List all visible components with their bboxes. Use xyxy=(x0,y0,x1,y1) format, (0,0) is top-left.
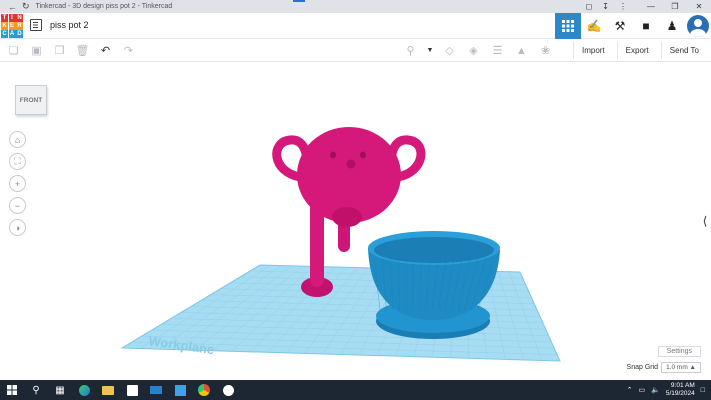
align-icon[interactable]: ☰ xyxy=(490,43,505,58)
zoom-in-icon[interactable]: + xyxy=(9,175,26,192)
bricks-icon[interactable]: ■ xyxy=(633,13,659,39)
fit-view-icon[interactable]: ⛶ xyxy=(9,153,26,170)
viewcube[interactable]: FRONT xyxy=(15,85,47,115)
app-header: TINKERCAD piss pot 2 ✍ ⚒ ■ ♟ xyxy=(0,13,711,39)
trash-icon[interactable]: 🗑 xyxy=(75,43,90,58)
lightbulb-icon[interactable]: ⚲ xyxy=(403,43,418,58)
file-explorer-icon[interactable] xyxy=(96,380,120,400)
logo-letter: K xyxy=(1,22,8,30)
design-list-icon[interactable] xyxy=(30,19,42,31)
snap-grid-select[interactable]: 1.0 mm ▲ xyxy=(661,362,701,373)
snap-grid-label: Snap Grid xyxy=(626,364,659,371)
tab-title: Tinkercad - 3D design piss pot 2 - Tinke… xyxy=(35,3,173,10)
mirror-icon[interactable]: ▲ xyxy=(514,43,529,58)
snap-grid: Snap Grid 1.0 mm ▲ xyxy=(627,362,701,373)
download-icon[interactable]: ↧ xyxy=(602,0,609,13)
chevron-left-icon[interactable]: ⟨ xyxy=(699,206,711,236)
undo-icon[interactable]: ↶ xyxy=(98,43,113,58)
copy-icon[interactable]: ❏ xyxy=(6,43,21,58)
logo-letter: T xyxy=(1,14,8,22)
settings-button[interactable]: Settings xyxy=(657,346,701,357)
mail-icon[interactable] xyxy=(144,380,168,400)
logo-letter: R xyxy=(16,22,23,30)
clock-date: 5/19/2024 xyxy=(665,390,695,397)
clock-time: 9:01 AM xyxy=(670,382,695,389)
grid-view-icon[interactable] xyxy=(555,13,581,39)
reload-icon[interactable]: ↻ xyxy=(22,1,30,12)
tinkercad-logo[interactable]: TINKERCAD xyxy=(1,14,23,38)
network-icon[interactable]: ▭ xyxy=(639,386,646,394)
windows-start-icon[interactable] xyxy=(0,380,24,400)
clock[interactable]: 9:01 AM 5/19/2024 xyxy=(666,382,695,398)
avatar[interactable] xyxy=(687,15,709,37)
cruise-icon[interactable]: ❀ xyxy=(538,43,553,58)
duplicate-icon[interactable]: ❐ xyxy=(52,43,67,58)
chevron-up-icon[interactable]: ⌃ xyxy=(627,386,633,394)
back-arrow-icon[interactable]: ← xyxy=(8,2,17,12)
minimize-icon[interactable]: — xyxy=(639,0,663,13)
photos-icon[interactable] xyxy=(168,380,192,400)
task-view-icon[interactable]: ▦ xyxy=(48,380,72,400)
paste-icon[interactable]: ▣ xyxy=(29,43,44,58)
close-icon[interactable]: ✕ xyxy=(687,0,711,13)
home-view-icon[interactable]: ⌂ xyxy=(9,131,26,148)
logo-letter: A xyxy=(8,30,16,38)
brush-icon[interactable]: ✍ xyxy=(581,13,607,39)
windows-taskbar: ⚲ ▦ ⌃ ▭ 🔈 9:01 AM 5/19/2024 □ xyxy=(0,380,711,400)
tab-indicator xyxy=(293,0,305,2)
logo-letter: I xyxy=(8,14,16,22)
chrome-icon[interactable] xyxy=(192,380,216,400)
design-title[interactable]: piss pot 2 xyxy=(50,20,89,30)
logo-letter: C xyxy=(1,30,8,38)
volume-icon[interactable]: 🔈 xyxy=(651,386,660,394)
zoom-out-icon[interactable]: − xyxy=(9,197,26,214)
ungroup-icon[interactable]: ◈ xyxy=(466,43,481,58)
notification-icon[interactable]: □ xyxy=(701,387,705,394)
store-icon[interactable] xyxy=(120,380,144,400)
send-to-button[interactable]: Send To xyxy=(660,42,707,59)
logo-letter: D xyxy=(16,30,23,38)
logo-letter: E xyxy=(8,22,16,30)
3d-workspace[interactable]: Workplane FRONT ⌂ ⛶ + − ◑ ⟨ Settings Sna… xyxy=(0,62,711,380)
group-icon[interactable]: ◇ xyxy=(442,43,457,58)
search-icon[interactable]: ⚲ xyxy=(24,380,48,400)
maximize-icon[interactable]: ❐ xyxy=(663,0,687,13)
browser-title-bar: ← ↻ Tinkercad - 3D design piss pot 2 - T… xyxy=(0,0,711,13)
edit-toolbar: ❏ ▣ ❐ 🗑 ↶ ↷ ⚲ ▼ ◇ ◈ ☰ ▲ ❀ Import Export … xyxy=(0,39,711,62)
app-icon[interactable] xyxy=(216,380,240,400)
add-user-icon[interactable]: ♟ xyxy=(659,13,685,39)
dropdown-arrow-icon[interactable]: ▼ xyxy=(427,43,434,58)
3d-scene[interactable]: Workplane xyxy=(0,62,711,380)
redo-icon[interactable]: ↷ xyxy=(121,43,136,58)
import-button[interactable]: Import xyxy=(572,42,613,59)
share-icon[interactable]: ◻ xyxy=(586,0,593,13)
perspective-icon[interactable]: ◑ xyxy=(9,219,26,236)
edge-icon[interactable] xyxy=(72,380,96,400)
blue-bowl-shape[interactable] xyxy=(368,231,500,339)
logo-letter: N xyxy=(16,14,23,22)
more-icon[interactable]: ⋮ xyxy=(619,0,627,13)
pickaxe-icon[interactable]: ⚒ xyxy=(607,13,633,39)
export-button[interactable]: Export xyxy=(616,42,657,59)
